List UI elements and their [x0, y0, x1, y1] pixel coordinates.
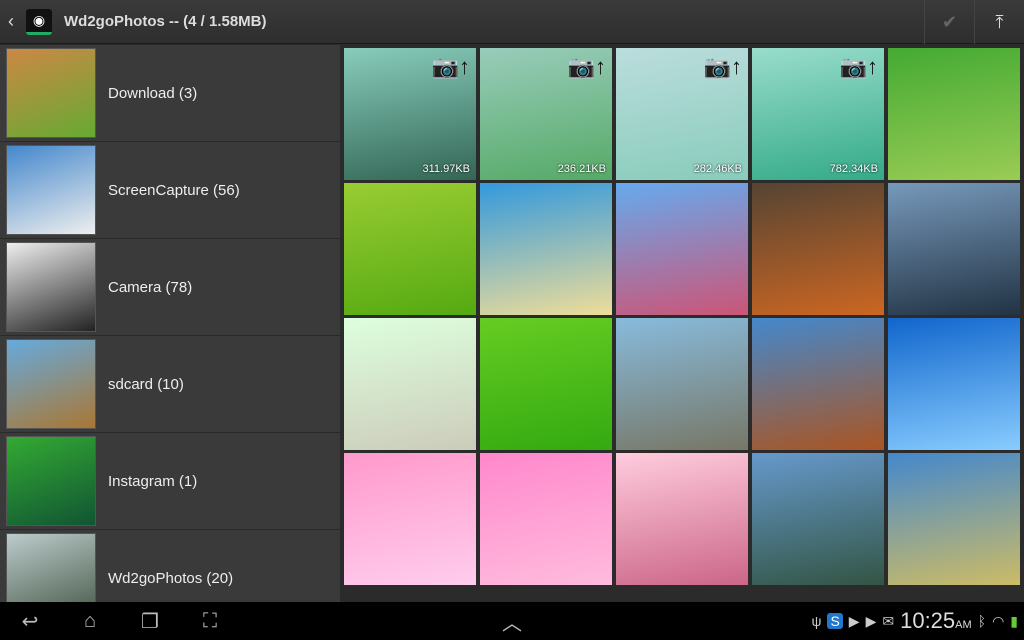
photo-tile[interactable] [752, 183, 884, 315]
folder-thumbnail [6, 242, 96, 332]
file-size: 782.34KB [829, 163, 878, 175]
s-app-icon: S [827, 613, 843, 629]
folder-label: Camera (78) [108, 278, 193, 296]
file-size: 282.46KB [693, 163, 742, 175]
system-nav-bar: ↩ ⌂ ❐ ⛶ ︿ ψ S ▶ ▶ ✉ 10:25AM ᛒ ◠ ▮ [0, 602, 1024, 640]
folder-label: Instagram (1) [108, 472, 198, 490]
folder-label: ScreenCapture (56) [108, 181, 240, 199]
status-area[interactable]: ψ S ▶ ▶ ✉ 10:25AM ᛒ ◠ ▮ [811, 602, 1018, 640]
photo-tile[interactable]: 📷↑ 236.21KB [480, 48, 612, 180]
photo-tile[interactable]: 📷↑ 782.34KB [752, 48, 884, 180]
page-title: Wd2goPhotos -- (4 / 1.58MB) [64, 13, 267, 30]
action-bar: ‹ ◉ Wd2goPhotos -- (4 / 1.58MB) ✔ ⤒ [0, 0, 1024, 44]
folder-thumbnail [6, 339, 96, 429]
upload-button[interactable]: ⤒ [974, 0, 1024, 44]
camera-upload-icon: 📷↑ [567, 54, 606, 79]
folder-label: Download (3) [108, 84, 198, 102]
photo-tile[interactable] [480, 183, 612, 315]
photo-tile[interactable] [480, 318, 612, 450]
check-button[interactable]: ✔ [924, 0, 974, 44]
usb-icon: ψ [811, 613, 822, 629]
photo-tile[interactable] [344, 318, 476, 450]
recent-apps-icon[interactable]: ❐ [120, 609, 180, 634]
photo-tile[interactable] [616, 183, 748, 315]
folder-item[interactable]: Instagram (1) [0, 433, 340, 530]
chevron-up-icon[interactable]: ︿ [482, 607, 542, 636]
photo-tile[interactable]: 📷↑ 311.97KB [344, 48, 476, 180]
camera-upload-icon: 📷↑ [839, 54, 878, 79]
folder-thumbnail [6, 436, 96, 526]
play-store-icon: ▶ [848, 612, 860, 629]
photo-tile[interactable]: 📷↑ 282.46KB [616, 48, 748, 180]
folder-label: Wd2goPhotos (20) [108, 569, 234, 587]
bluetooth-icon: ᛒ [977, 613, 987, 629]
folder-item[interactable]: sdcard (10) [0, 336, 340, 433]
photo-tile[interactable] [616, 318, 748, 450]
back-icon[interactable]: ‹ [8, 11, 22, 32]
photo-tile[interactable] [888, 48, 1020, 180]
photo-tile[interactable] [616, 453, 748, 585]
file-size: 311.97KB [422, 163, 470, 175]
photo-tile[interactable] [480, 453, 612, 585]
screenshot-icon[interactable]: ⛶ [180, 610, 240, 633]
home-icon[interactable]: ⌂ [60, 610, 120, 633]
camera-upload-icon: 📷↑ [703, 54, 742, 79]
folder-item[interactable]: Download (3) [0, 45, 340, 142]
photo-tile[interactable] [888, 318, 1020, 450]
folder-thumbnail [6, 48, 96, 138]
photo-tile[interactable] [752, 453, 884, 585]
photo-tile[interactable] [752, 318, 884, 450]
folder-label: sdcard (10) [108, 375, 184, 393]
battery-icon: ▮ [1010, 612, 1018, 629]
photo-tile[interactable] [888, 453, 1020, 585]
camera-upload-icon: 📷↑ [431, 54, 470, 79]
clock: 10:25AM [900, 608, 972, 633]
folder-item[interactable]: Camera (78) [0, 239, 340, 336]
folder-thumbnail [6, 145, 96, 235]
file-size: 236.21KB [557, 163, 606, 175]
folder-item[interactable]: ScreenCapture (56) [0, 142, 340, 239]
photo-tile[interactable] [344, 183, 476, 315]
gmail-icon: ✉ [882, 612, 895, 629]
camera-app-icon[interactable]: ◉ [26, 8, 52, 35]
back-nav-icon[interactable]: ↩ [0, 609, 60, 634]
play-store-icon: ▶ [865, 612, 877, 629]
photo-tile[interactable] [344, 453, 476, 585]
photo-tile[interactable] [888, 183, 1020, 315]
wifi-icon: ◠ [992, 612, 1005, 629]
folder-list: Download (3) ScreenCapture (56) Camera (78… [0, 45, 340, 627]
